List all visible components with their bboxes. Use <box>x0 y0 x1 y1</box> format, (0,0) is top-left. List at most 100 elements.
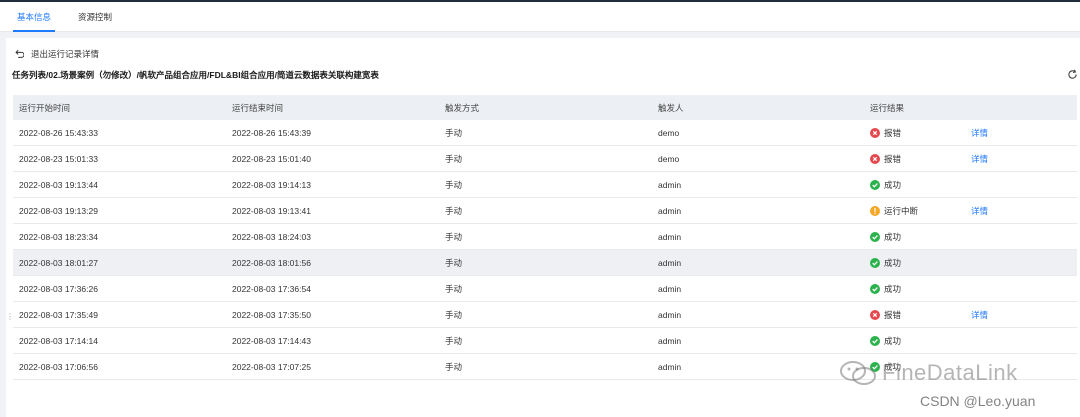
cell-start-time: 2022-08-23 15:01:33 <box>19 153 98 164</box>
cell-actions: 详情 <box>971 120 1077 145</box>
watermark-credit: CSDN @Leo.yuan <box>920 393 1036 409</box>
cell-run-result: 成功 <box>865 250 971 275</box>
cell-end-time: 2022-08-03 18:01:56 <box>232 257 311 268</box>
cell-end-time: 2022-08-23 15:01:40 <box>232 153 311 164</box>
cell-end-time: 2022-08-03 17:35:50 <box>232 309 311 320</box>
cell-end-time: 2022-08-03 18:24:03 <box>232 231 311 242</box>
error-circle-icon <box>870 153 884 164</box>
result-label: 成功 <box>884 335 902 346</box>
detail-link[interactable]: 详情 <box>971 205 988 217</box>
cell-start-time: 2022-08-03 17:35:49 <box>19 309 98 320</box>
col-start-time[interactable]: 运行开始时间 <box>13 95 226 120</box>
result-label: 成功 <box>884 231 902 242</box>
col-end-time[interactable]: 运行结束时间 <box>226 95 439 120</box>
cell-start-time: 2022-08-03 17:06:56 <box>19 361 98 372</box>
cell-start-time: 2022-08-03 17:36:26 <box>19 283 98 294</box>
col-triggered-by[interactable]: 触发人 <box>652 95 865 120</box>
result-label: 报错 <box>884 153 902 164</box>
back-button[interactable]: 退出运行记录详情 <box>14 48 99 60</box>
table-row[interactable]: 2022-08-03 17:14:14 2022-08-03 17:14:43 手动… <box>13 328 1077 354</box>
run-records-table: 运行开始时间 运行结束时间 触发方式 触发人 运行结果 2022-08-26 1… <box>13 95 1077 380</box>
result-label: 成功 <box>884 283 902 294</box>
cell-triggered-by: admin <box>658 309 682 320</box>
cell-trigger-method: 手动 <box>445 257 463 268</box>
cell-run-result: 运行中断 <box>865 198 971 223</box>
result-label: 报错 <box>884 127 902 138</box>
cell-run-result: 报错 <box>865 302 971 327</box>
cell-start-time: 2022-08-03 18:23:34 <box>19 231 98 242</box>
col-run-result[interactable]: 运行结果 <box>865 95 971 120</box>
table-header: 运行开始时间 运行结束时间 触发方式 触发人 运行结果 <box>13 95 1077 120</box>
result-label: 运行中断 <box>884 205 919 216</box>
cell-actions <box>971 328 1077 353</box>
cell-actions <box>971 276 1077 301</box>
cell-trigger-method: 手动 <box>445 179 463 190</box>
table-row[interactable]: 2022-08-23 15:01:33 2022-08-23 15:01:40 手动… <box>13 146 1077 172</box>
success-check-icon <box>870 335 884 346</box>
success-check-icon <box>870 231 884 242</box>
cell-triggered-by: demo <box>658 153 680 164</box>
cell-run-result: 成功 <box>865 328 971 353</box>
cell-start-time: 2022-08-03 18:01:27 <box>19 257 98 268</box>
success-check-icon <box>870 283 884 294</box>
cell-actions <box>971 172 1077 197</box>
table-row[interactable]: 2022-08-03 17:36:26 2022-08-03 17:36:54 手动… <box>13 276 1077 302</box>
tab-basic-info[interactable]: 基本信息 <box>12 2 56 32</box>
wechat-icon <box>840 361 876 385</box>
cell-start-time: 2022-08-03 19:13:29 <box>19 205 98 216</box>
cell-actions <box>971 250 1077 275</box>
cell-trigger-method: 手动 <box>445 153 463 164</box>
cell-actions: 详情 <box>971 146 1077 171</box>
cell-start-time: 2022-08-03 17:14:14 <box>19 335 98 346</box>
back-arrow-icon <box>15 49 24 58</box>
cell-triggered-by: admin <box>658 283 682 294</box>
cell-start-time: 2022-08-03 19:13:44 <box>19 179 98 190</box>
cell-triggered-by: admin <box>658 179 682 190</box>
cell-run-result: 报错 <box>865 120 971 145</box>
tab-resource-control[interactable]: 资源控制 <box>78 2 112 32</box>
cell-run-result: 报错 <box>865 146 971 171</box>
cell-end-time: 2022-08-03 17:07:25 <box>232 361 311 372</box>
result-label: 成功 <box>884 257 902 268</box>
success-check-icon <box>870 257 884 268</box>
cell-triggered-by: admin <box>658 231 682 242</box>
cell-trigger-method: 手动 <box>445 231 463 242</box>
cell-trigger-method: 手动 <box>445 309 463 320</box>
cell-actions <box>971 224 1077 249</box>
detail-link[interactable]: 详情 <box>971 127 988 139</box>
success-check-icon <box>870 179 884 190</box>
cell-trigger-method: 手动 <box>445 361 463 372</box>
table-row[interactable]: 2022-08-03 19:13:29 2022-08-03 19:13:41 手动… <box>13 198 1077 224</box>
back-label: 退出运行记录详情 <box>31 49 100 59</box>
cell-end-time: 2022-08-26 15:43:39 <box>232 127 311 138</box>
cell-end-time: 2022-08-03 19:13:41 <box>232 205 311 216</box>
cell-triggered-by: admin <box>658 257 682 268</box>
cell-triggered-by: admin <box>658 205 682 216</box>
cell-run-result: 成功 <box>865 276 971 301</box>
detail-link[interactable]: 详情 <box>971 309 988 321</box>
table-row[interactable]: 2022-08-03 17:35:49 2022-08-03 17:35:50 手动… <box>13 302 1077 328</box>
table-row[interactable]: 2022-08-03 18:01:27 2022-08-03 18:01:56 手动… <box>13 250 1077 276</box>
table-row[interactable]: 2022-08-26 15:43:33 2022-08-26 15:43:39 手动… <box>13 120 1077 146</box>
cell-trigger-method: 手动 <box>445 127 463 138</box>
table-row[interactable]: 2022-08-03 19:13:44 2022-08-03 19:14:13 手动… <box>13 172 1077 198</box>
cell-run-result: 成功 <box>865 172 971 197</box>
refresh-icon[interactable] <box>1067 69 1078 80</box>
table-row[interactable]: 2022-08-03 18:23:34 2022-08-03 18:24:03 手动… <box>13 224 1077 250</box>
cell-start-time: 2022-08-26 15:43:33 <box>19 127 98 138</box>
error-circle-icon <box>870 127 884 138</box>
cell-end-time: 2022-08-03 17:14:43 <box>232 335 311 346</box>
col-trigger-method[interactable]: 触发方式 <box>439 95 652 120</box>
table-body: 2022-08-26 15:43:33 2022-08-26 15:43:39 手动… <box>13 120 1077 380</box>
breadcrumb: 任务列表/02.场景案例（勿修改）/帆软产品组合应用/FDL&BI组合应用/简道… <box>12 70 379 80</box>
cell-run-result: 成功 <box>865 224 971 249</box>
cell-trigger-method: 手动 <box>445 205 463 216</box>
tab-bar: 基本信息 资源控制 <box>0 2 1080 32</box>
cell-triggered-by: demo <box>658 127 680 138</box>
resize-handle[interactable]: ⋮ <box>6 313 14 329</box>
detail-link[interactable]: 详情 <box>971 153 988 165</box>
watermark-brand: FineDataLink <box>838 360 1018 386</box>
result-label: 成功 <box>884 179 902 190</box>
cell-end-time: 2022-08-03 19:14:13 <box>232 179 311 190</box>
cell-end-time: 2022-08-03 17:36:54 <box>232 283 311 294</box>
